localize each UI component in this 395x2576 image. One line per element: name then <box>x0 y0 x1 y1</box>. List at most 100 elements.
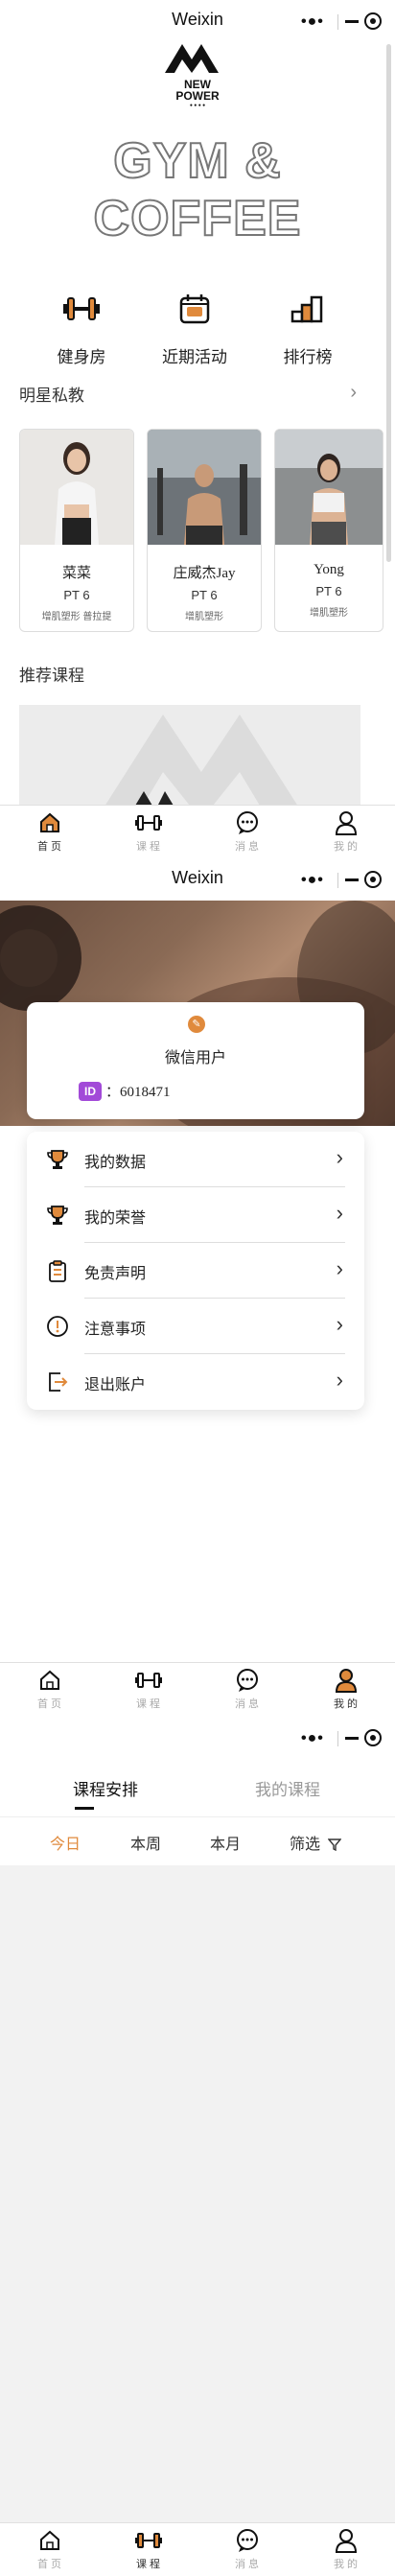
tab-label: 首 页 <box>36 1698 62 1710</box>
coach-photo <box>275 430 383 545</box>
svg-text:POWER: POWER <box>175 89 220 103</box>
user-id-row: ID ：6018471 <box>79 1081 171 1101</box>
ranking-icon <box>287 288 329 330</box>
menu-logout[interactable]: 退出账户 › <box>27 1354 364 1410</box>
tab-course-schedule[interactable]: 课程安排 <box>73 1776 138 1800</box>
filter-button[interactable]: 筛选 <box>290 1831 342 1856</box>
feature-ranking[interactable]: 排行榜 <box>255 288 360 367</box>
menu-label: 我的荣誉 <box>84 1210 147 1227</box>
scrollbar[interactable] <box>386 44 391 562</box>
filter-today[interactable]: 今日 <box>50 1831 81 1854</box>
menu-disclaimer[interactable]: 免责声明 › <box>27 1243 364 1299</box>
dumbbell-icon <box>99 809 198 836</box>
tab-home[interactable]: 首 页 <box>0 2527 99 2571</box>
user-icon <box>296 2527 395 2554</box>
message-icon <box>198 2527 296 2554</box>
coach-name: Yong <box>314 562 344 577</box>
filter-label: 筛选 <box>290 1837 321 1853</box>
tab-bar: 首 页 课 程 消 息 我 的 <box>0 1662 395 1717</box>
coach-card[interactable]: 菜菜 PT 6 增肌塑形 普拉提 <box>19 429 134 632</box>
more-icon[interactable]: •●• <box>301 872 324 889</box>
filter-icon <box>327 1838 342 1856</box>
tab-label: 首 页 <box>36 841 62 853</box>
tab-messages[interactable]: 消 息 <box>198 1667 296 1711</box>
message-icon <box>198 1667 296 1694</box>
tab-label: 消 息 <box>234 841 260 853</box>
coach-level: PT 6 <box>191 588 218 602</box>
feature-gym[interactable]: 健身房 <box>29 288 134 367</box>
coach-card[interactable]: 庄威杰Jay PT 6 增肌塑形 <box>147 429 262 632</box>
tab-label: 我 的 <box>333 1698 359 1710</box>
more-icon[interactable]: •●• <box>301 13 324 31</box>
tab-home[interactable]: 首 页 <box>0 809 99 854</box>
coach-name: 菜菜 <box>61 566 91 581</box>
filter-month[interactable]: 本月 <box>210 1831 241 1854</box>
coaches-section-title: 明星私教 <box>19 386 84 405</box>
more-icon[interactable]: •●• <box>301 1730 324 1747</box>
course-banner[interactable] <box>19 705 360 820</box>
tab-profile[interactable]: 我 的 <box>296 1667 395 1711</box>
menu-label: 免责声明 <box>84 1266 147 1282</box>
tab-label: 课 程 <box>135 1698 161 1710</box>
close-target-icon[interactable] <box>364 871 382 888</box>
tab-courses[interactable]: 课 程 <box>99 2527 198 2571</box>
minimize-icon[interactable] <box>345 878 359 881</box>
feature-label: 排行榜 <box>283 348 333 366</box>
close-target-icon[interactable] <box>364 1729 382 1746</box>
minimize-icon[interactable] <box>345 20 359 23</box>
trophy-icon <box>46 1148 69 1171</box>
feature-events[interactable]: 近期活动 <box>142 288 247 367</box>
menu-my-honors[interactable]: 我的荣誉 › <box>27 1187 364 1243</box>
status-bar: Weixin •●• <box>0 0 395 42</box>
dumbbell-icon <box>60 288 103 330</box>
mini-program-capsule: •●• <box>290 1723 385 1752</box>
tab-profile[interactable]: 我 的 <box>296 809 395 854</box>
capsule-divider <box>337 1731 338 1746</box>
date-filter-row: 今日 本周 本月 筛选 <box>0 1816 395 1865</box>
chevron-right-icon: › <box>336 1145 343 1169</box>
mini-program-capsule: •●• <box>290 865 385 894</box>
tab-profile[interactable]: 我 的 <box>296 2527 395 2571</box>
menu-my-data[interactable]: 我的数据 › <box>27 1132 364 1187</box>
tab-courses[interactable]: 课 程 <box>99 1667 198 1711</box>
user-icon <box>296 809 395 836</box>
profile-screen: Weixin •●• ✎ 微信用户 ID ：6018471 我的数据 › 我的荣… <box>0 858 395 1717</box>
capsule-divider <box>337 14 338 30</box>
courses-section-title: 推荐课程 <box>19 667 84 685</box>
message-icon <box>198 809 296 836</box>
chevron-right-icon[interactable]: › <box>350 382 357 404</box>
menu-label: 注意事项 <box>84 1322 147 1338</box>
profile-menu: 我的数据 › 我的荣誉 › 免责声明 › 注意事项 › 退出账户 › <box>27 1132 364 1410</box>
tab-label: 首 页 <box>36 2559 62 2570</box>
clipboard-icon <box>46 1259 69 1282</box>
tab-messages[interactable]: 消 息 <box>198 2527 296 2571</box>
hero-title: GYM & COFFEE <box>93 132 302 247</box>
dumbbell-icon <box>99 2527 198 2554</box>
id-icon: ID <box>79 1081 102 1101</box>
tab-my-courses[interactable]: 我的课程 <box>255 1776 320 1800</box>
tab-courses[interactable]: 课 程 <box>99 809 198 854</box>
status-bar: •●• <box>0 1717 395 1759</box>
svg-text:● ● ● ●: ● ● ● ● <box>190 103 205 107</box>
tab-label: 课 程 <box>135 2559 161 2570</box>
menu-label: 我的数据 <box>84 1155 147 1171</box>
tab-messages[interactable]: 消 息 <box>198 809 296 854</box>
filter-week[interactable]: 本周 <box>130 1831 161 1854</box>
status-bar: Weixin •●• <box>0 858 395 901</box>
close-target-icon[interactable] <box>364 12 382 30</box>
coach-card[interactable]: Yong PT 6 增肌塑形 <box>274 429 383 632</box>
home-screen: Weixin •●• NEW POWER ● ● ● ● GYM & COFFE… <box>0 0 395 858</box>
feature-label: 健身房 <box>57 348 106 366</box>
user-name: 微信用户 <box>164 1050 226 1066</box>
tab-bar: 首 页 课 程 消 息 我 的 <box>0 2522 395 2576</box>
minimize-icon[interactable] <box>345 1737 359 1740</box>
mini-program-capsule: •●• <box>290 7 385 35</box>
tab-home[interactable]: 首 页 <box>0 1667 99 1711</box>
coach-tags: 增肌塑形 普拉提 <box>41 612 112 622</box>
tab-label: 消 息 <box>234 2559 260 2570</box>
edit-icon[interactable]: ✎ <box>188 1016 205 1033</box>
menu-notes[interactable]: 注意事项 › <box>27 1299 364 1354</box>
tab-label: 消 息 <box>234 1698 260 1710</box>
home-icon <box>0 1667 99 1694</box>
coach-name: 庄威杰Jay <box>173 566 236 581</box>
